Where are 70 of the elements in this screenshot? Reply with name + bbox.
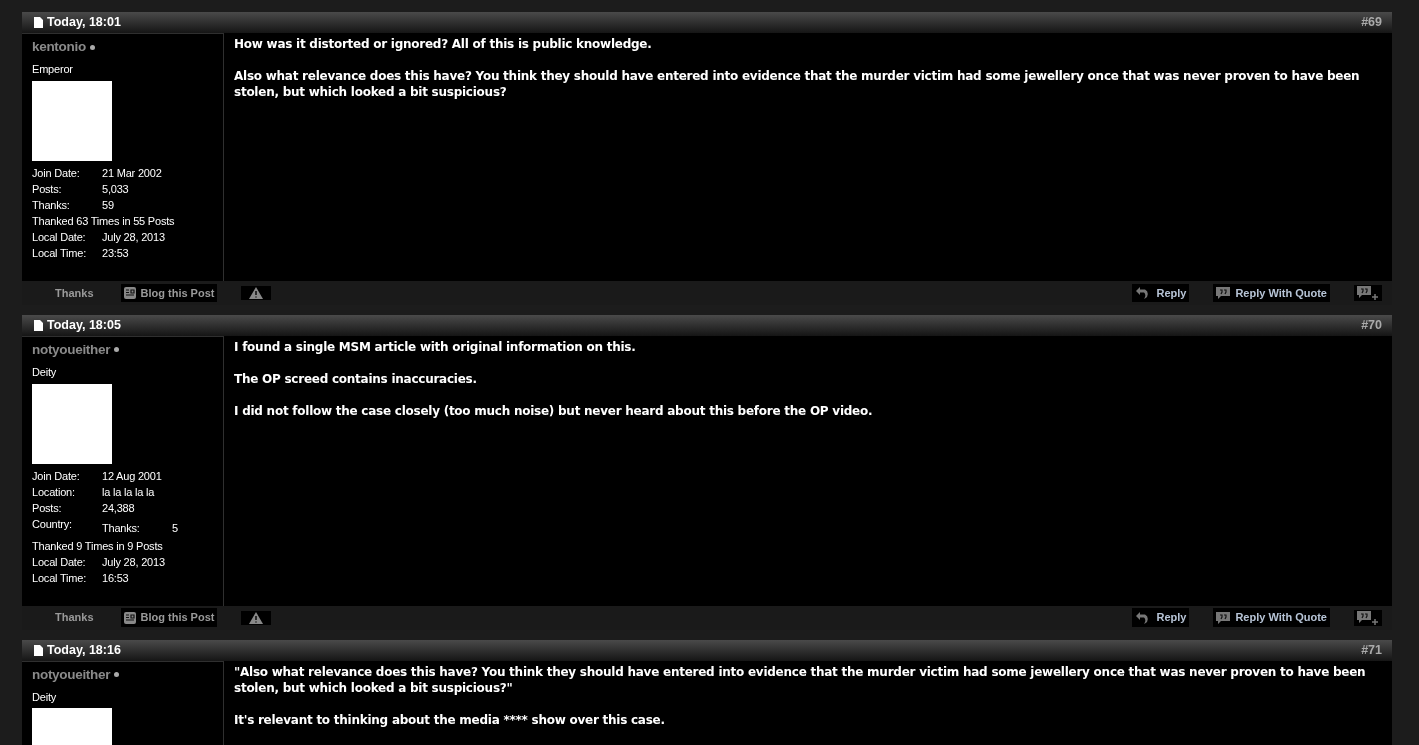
field-label: Thanks: — [32, 197, 71, 213]
field-label: Local Date: — [32, 554, 87, 570]
document-icon — [123, 286, 136, 299]
post-text: I did not follow the case closely (too much noise) but never heard about this before the OP video. — [234, 402, 874, 419]
field-value: 5 — [172, 520, 178, 536]
page-icon — [34, 319, 43, 331]
page-icon — [34, 644, 43, 656]
speech-bubble-plus-icon — [1357, 285, 1379, 300]
online-dot-icon — [89, 44, 95, 50]
user-rank: Emperor — [32, 62, 74, 78]
thanks-button[interactable]: Thanks — [52, 283, 97, 302]
post-text: I found a single MSM article with original information on this. — [234, 338, 637, 355]
post-date: Today, 18:01 — [47, 14, 121, 32]
online-dot-icon — [114, 672, 120, 678]
online-dot-icon — [114, 347, 120, 353]
speech-bubble-icon — [1216, 286, 1231, 299]
post-text: "Also what relevance does this have? You think they should have entered into evidence that the murder victim had some jewellery once that was never proven to have been stolen, but which looked a bit suspicious?" — [234, 663, 1367, 696]
post-text: It's relevant to thinking about the media **** show over this case. — [234, 711, 666, 728]
field-label: Country: — [32, 516, 73, 532]
field-label: Thanks: — [102, 520, 141, 536]
warning-icon — [249, 611, 264, 624]
post-date: Today, 18:16 — [47, 641, 121, 659]
reply-with-quote-button[interactable]: Reply With Quote — [1213, 283, 1330, 302]
field-label: Local Time: — [32, 570, 88, 586]
reply-button[interactable]: Reply — [1132, 283, 1190, 302]
post-number[interactable]: #71 — [1361, 640, 1382, 660]
speech-bubble-plus-icon — [1357, 610, 1379, 625]
multi-quote-button[interactable] — [1354, 609, 1382, 626]
field-label: Posts: — [32, 500, 63, 516]
report-button[interactable] — [241, 610, 272, 625]
blog-post-button[interactable]: Blog this Post — [120, 283, 218, 302]
field-value: 12 Aug 2001 — [102, 468, 162, 484]
field-label: Join Date: — [32, 165, 81, 181]
post-text: The OP screed contains inaccuracies. — [234, 370, 478, 387]
report-button[interactable] — [241, 285, 272, 300]
field-value: July 28, 2013 — [102, 554, 165, 570]
field-value: 23:53 — [102, 245, 129, 261]
username[interactable]: notyoueither — [32, 339, 111, 360]
speech-bubble-icon — [1216, 611, 1231, 624]
post-date: Today, 18:05 — [47, 316, 121, 334]
field-value: 16:53 — [102, 570, 129, 586]
field-value: la la la la la — [102, 484, 155, 500]
field-label: Join Date: — [32, 468, 81, 484]
field-label: Local Time: — [32, 245, 88, 261]
username[interactable]: notyoueither — [32, 664, 111, 685]
field-label: Location: — [32, 484, 76, 500]
user-rank: Deity — [32, 365, 58, 380]
reply-button[interactable]: Reply — [1132, 608, 1190, 627]
page-icon — [34, 17, 43, 28]
reply-with-quote-button[interactable]: Reply With Quote — [1213, 608, 1330, 627]
field-label: Local Date: — [32, 229, 87, 245]
warning-icon — [249, 286, 264, 299]
user-rank: Deity — [32, 689, 58, 705]
thanked-summary: Thanked 63 Times in 55 Posts — [32, 213, 175, 229]
post-text: How was it distorted or ignored? All of this is public knowledge. — [234, 36, 653, 52]
username[interactable]: kentonio — [32, 37, 86, 58]
field-value: 24,388 — [102, 500, 135, 516]
document-icon — [123, 611, 136, 624]
field-label: Posts: — [32, 181, 63, 197]
post-number[interactable]: #70 — [1361, 315, 1382, 335]
thanks-button[interactable]: Thanks — [52, 608, 97, 627]
multi-quote-button[interactable] — [1354, 284, 1382, 301]
field-value: 21 Mar 2002 — [102, 165, 162, 181]
field-value: 59 — [102, 197, 114, 213]
thanked-summary: Thanked 9 Times in 9 Posts — [32, 538, 163, 554]
field-value: 5,033 — [102, 181, 129, 197]
field-value: July 28, 2013 — [102, 229, 165, 245]
post-number[interactable]: #69 — [1361, 13, 1382, 32]
post-text: Also what relevance does this have? You think they should have entered into evidence that the murder victim had some jewellery once that was never proven to have been stolen, but which looked a bit suspicious? — [234, 68, 1361, 100]
blog-post-button[interactable]: Blog this Post — [120, 608, 218, 627]
